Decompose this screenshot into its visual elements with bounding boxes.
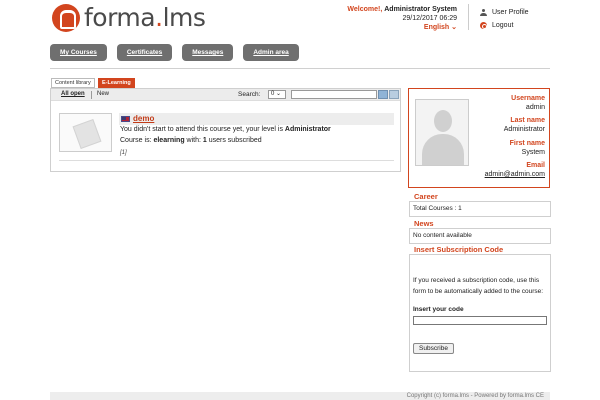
tab-elearning[interactable]: E-Learning (98, 78, 135, 88)
header-rule (50, 68, 550, 69)
footer-copyright: Copyright (c) forma.lms - Powered by for… (406, 393, 544, 399)
search-input[interactable] (291, 90, 377, 99)
profile-lastname: Last name Administrator (503, 117, 545, 133)
news-box: No content available (409, 228, 551, 244)
avatar[interactable] (415, 99, 469, 166)
course-info: Course is: elearning with: 1 users subsc… (120, 137, 262, 144)
search-label: Search: (238, 91, 261, 98)
logo-hand-icon (52, 4, 80, 32)
toolbar-divider (91, 91, 92, 99)
logo[interactable]: forma.lms (52, 3, 206, 32)
career-title: Career (414, 192, 438, 201)
subscription-title: Insert Subscription Code (414, 245, 504, 254)
nav-admin-area[interactable]: Admin area (243, 44, 299, 61)
user-name: Administrator System (384, 6, 457, 13)
user-links: User Profile Logout (480, 6, 529, 32)
subscription-code-input[interactable] (413, 316, 547, 325)
nav-certificates[interactable]: Certificates (116, 44, 173, 61)
tab-content-library[interactable]: Content library (51, 78, 95, 88)
main-nav: My Courses Certificates Messages Admin a… (50, 44, 309, 61)
header-divider (468, 4, 469, 30)
logo-text: forma.lms (84, 3, 206, 32)
career-box: Total Courses : 1 (409, 201, 551, 217)
profile-box: Username admin Last name Administrator Fir… (408, 88, 550, 188)
datetime: 29/12/2017 06:29 (402, 15, 458, 22)
search-icon[interactable] (378, 90, 388, 99)
flag-icon (121, 116, 130, 122)
welcome-text: Welcome!, (347, 6, 383, 13)
course-thumbnail[interactable] (59, 113, 112, 152)
news-title: News (414, 219, 434, 228)
course-header: demo (119, 113, 394, 125)
logout-icon (480, 22, 487, 29)
course-page-index[interactable]: [1] (120, 150, 127, 156)
subscription-label: Insert your code (413, 306, 464, 313)
nav-messages[interactable]: Messages (182, 44, 234, 61)
search-select[interactable]: 0 ⌄ (268, 90, 286, 99)
course-panel: All open New Search: 0 ⌄ demo You didn't… (50, 88, 401, 172)
clear-search-icon[interactable] (389, 90, 399, 99)
logout-link[interactable]: Logout (480, 19, 529, 32)
course-divider (59, 160, 394, 161)
profile-email: Email admin@admin.com (484, 162, 545, 178)
user-icon (480, 9, 487, 16)
news-empty: No content available (413, 232, 472, 239)
career-total: Total Courses : 1 (413, 205, 462, 212)
subscribe-button[interactable]: Subscribe (413, 343, 454, 354)
course-title-link[interactable]: demo (133, 114, 154, 123)
filter-all-open[interactable]: All open (61, 91, 85, 97)
user-profile-link[interactable]: User Profile (480, 6, 529, 19)
nav-my-courses[interactable]: My Courses (50, 44, 107, 61)
profile-firstname: First name System (509, 140, 545, 156)
subscription-box: If you received a subscription code, use… (409, 254, 551, 372)
language-selector[interactable]: English ⌄ (347, 23, 457, 32)
welcome-block: Welcome!, Administrator System 29/12/201… (347, 5, 457, 32)
profile-username: Username admin (511, 95, 545, 111)
course-status: You didn't start to attend this course y… (120, 126, 331, 133)
footer: Copyright (c) forma.lms - Powered by for… (50, 392, 550, 400)
course-toolbar: All open New Search: 0 ⌄ (51, 89, 400, 101)
filter-new[interactable]: New (97, 91, 109, 97)
subscription-text: If you received a subscription code, use… (413, 277, 544, 295)
